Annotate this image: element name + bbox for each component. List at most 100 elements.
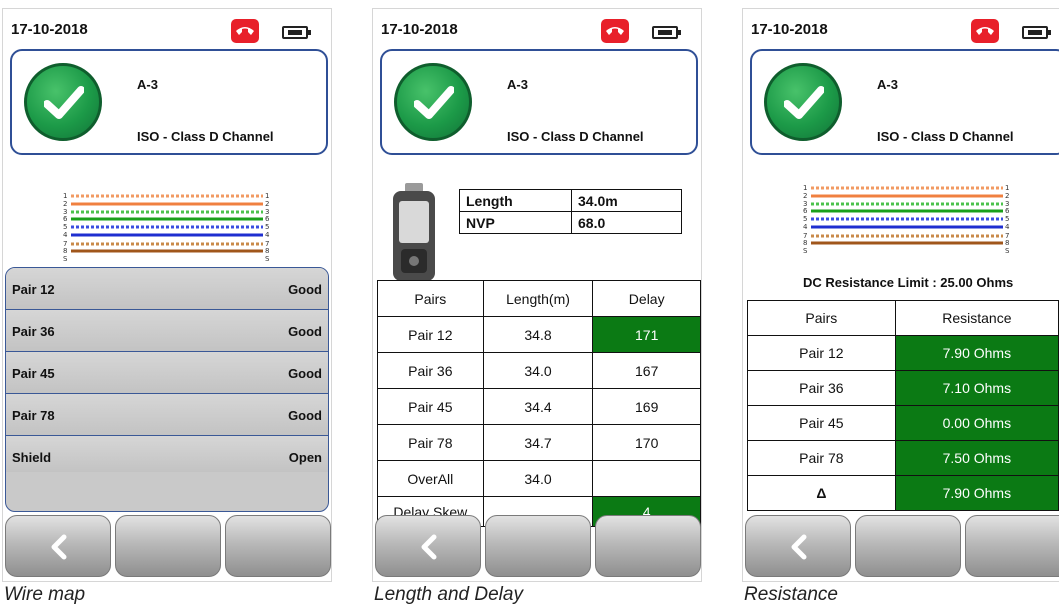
- pair-name: Pair 45: [12, 366, 55, 381]
- chevron-left-icon: [791, 534, 807, 560]
- pair-cell: Pair 12: [377, 316, 484, 353]
- softkey-bar: [373, 511, 701, 581]
- length-value: 34.0m: [571, 189, 682, 212]
- pair-cell: Pair 12: [747, 335, 896, 371]
- test-id: A-3: [507, 77, 528, 92]
- pin-label: 1: [265, 192, 269, 200]
- length-cell: 34.0: [482, 460, 594, 497]
- pin-label: 8: [803, 239, 807, 247]
- column-header: Delay: [592, 280, 701, 317]
- back-button[interactable]: [375, 515, 481, 577]
- pin-label: 8: [1005, 239, 1009, 247]
- test-standard: ISO - Class D Channel: [507, 129, 644, 144]
- pin-label: 5: [803, 215, 807, 223]
- column-header: Pairs: [747, 300, 896, 336]
- pin-label: 4: [803, 223, 808, 231]
- test-standard: ISO - Class D Channel: [137, 129, 274, 144]
- pair-cell: Pair 36: [747, 370, 896, 406]
- pin-label: 2: [803, 192, 807, 200]
- caption-length-delay: Length and Delay: [374, 584, 523, 605]
- delay-cell: 171: [592, 316, 701, 353]
- column-header: Resistance: [894, 300, 1059, 336]
- pin-label: S: [803, 247, 808, 255]
- pin-label: 6: [63, 215, 68, 223]
- pass-check-icon: [394, 63, 472, 141]
- table-row: Δ 7.90 Ohms: [747, 475, 1059, 511]
- list-item[interactable]: Pair 36 Good: [6, 310, 328, 352]
- resistance-cell: 7.90 Ohms: [894, 475, 1059, 511]
- softkey-2-button[interactable]: [485, 515, 591, 577]
- length-cell: 34.8: [482, 316, 594, 353]
- phone-hangup-icon[interactable]: [601, 19, 629, 43]
- softkey-3-button[interactable]: [965, 515, 1059, 577]
- test-id: A-3: [877, 77, 898, 92]
- list-item[interactable]: Pair 78 Good: [6, 394, 328, 436]
- wiremap-diagram: 11 22 33 66 55 44 77 88 SS: [803, 181, 1013, 281]
- softkey-bar: [3, 511, 331, 581]
- pair-status: Good: [288, 408, 322, 423]
- softkey-2-button[interactable]: [115, 515, 221, 577]
- list-item[interactable]: Shield Open: [6, 436, 328, 472]
- column-header: Pairs: [377, 280, 484, 317]
- pin-label: 5: [1005, 215, 1009, 223]
- softkey-3-button[interactable]: [595, 515, 701, 577]
- delay-cell: 169: [592, 388, 701, 425]
- back-button[interactable]: [745, 515, 851, 577]
- delay-cell: [592, 460, 701, 497]
- pin-label: S: [63, 255, 68, 263]
- test-id: A-3: [137, 77, 158, 92]
- caption-resistance: Resistance: [744, 584, 838, 605]
- pair-status: Good: [288, 366, 322, 381]
- pair-cell: Pair 78: [377, 424, 484, 461]
- table-row: Pair 36 34.0 167: [377, 352, 701, 389]
- pass-check-icon: [764, 63, 842, 141]
- pin-label: 6: [803, 207, 808, 215]
- length-cell: 34.4: [482, 388, 594, 425]
- chevron-left-icon: [51, 534, 67, 560]
- resistance-table: Pairs Resistance Pair 12 7.90 Ohms Pair …: [747, 300, 1059, 511]
- list-item[interactable]: Pair 45 Good: [6, 352, 328, 394]
- table-row: Pair 78 7.50 Ohms: [747, 440, 1059, 476]
- length-cell: 34.7: [482, 424, 594, 461]
- pair-status: Open: [288, 450, 322, 465]
- pair-cell: Pair 78: [747, 440, 896, 476]
- date-label: 17-10-2018: [381, 21, 458, 38]
- pin-label: 4: [265, 231, 270, 239]
- resistance-cell: 7.10 Ohms: [894, 370, 1059, 406]
- result-header: A-3 ISO - Class D Channel: [750, 49, 1059, 155]
- pair-status: Good: [288, 282, 322, 297]
- pair-cell: Pair 36: [377, 352, 484, 389]
- pin-label: 5: [63, 223, 67, 231]
- test-standard: ISO - Class D Channel: [877, 129, 1014, 144]
- delta-cell: Δ: [747, 475, 896, 511]
- nvp-label: NVP: [459, 211, 572, 234]
- list-item[interactable]: Pair 12 Good: [6, 268, 328, 310]
- resistance-screen: 17-10-2018 A-3 ISO - Class D Channel 11 …: [742, 8, 1059, 582]
- resistance-cell: 0.00 Ohms: [894, 405, 1059, 441]
- softkey-3-button[interactable]: [225, 515, 331, 577]
- phone-hangup-icon[interactable]: [971, 19, 999, 43]
- tester-device-icon: [391, 183, 437, 283]
- pair-cell: Pair 45: [747, 405, 896, 441]
- length-label: Length: [459, 189, 572, 212]
- resistance-cell: 7.90 Ohms: [894, 335, 1059, 371]
- pin-label: 2: [63, 200, 67, 208]
- softkey-bar: [743, 511, 1059, 581]
- pin-label: 8: [265, 247, 269, 255]
- back-button[interactable]: [5, 515, 111, 577]
- pin-label: 1: [1005, 184, 1009, 192]
- pin-label: 1: [803, 184, 807, 192]
- pair-name: Pair 12: [12, 282, 55, 297]
- phone-hangup-icon[interactable]: [231, 19, 259, 43]
- pair-status-list: Pair 12 Good Pair 36 Good Pair 45 Good Pair…: [5, 267, 329, 512]
- delay-cell: 167: [592, 352, 701, 389]
- length-delay-screen: 17-10-2018 A-3 ISO - Class D Channel Len…: [372, 8, 702, 582]
- pair-cell: OverAll: [377, 460, 484, 497]
- pair-cell: Pair 45: [377, 388, 484, 425]
- wiremap-screen: 17-10-2018 A-3 ISO - Class D Channel 11 …: [2, 8, 332, 582]
- length-nvp-table: Length 34.0m NVP 68.0: [459, 189, 682, 234]
- pin-label: 6: [265, 215, 270, 223]
- pair-name: Shield: [12, 450, 52, 465]
- table-row: Pair 36 7.10 Ohms: [747, 370, 1059, 406]
- softkey-2-button[interactable]: [855, 515, 961, 577]
